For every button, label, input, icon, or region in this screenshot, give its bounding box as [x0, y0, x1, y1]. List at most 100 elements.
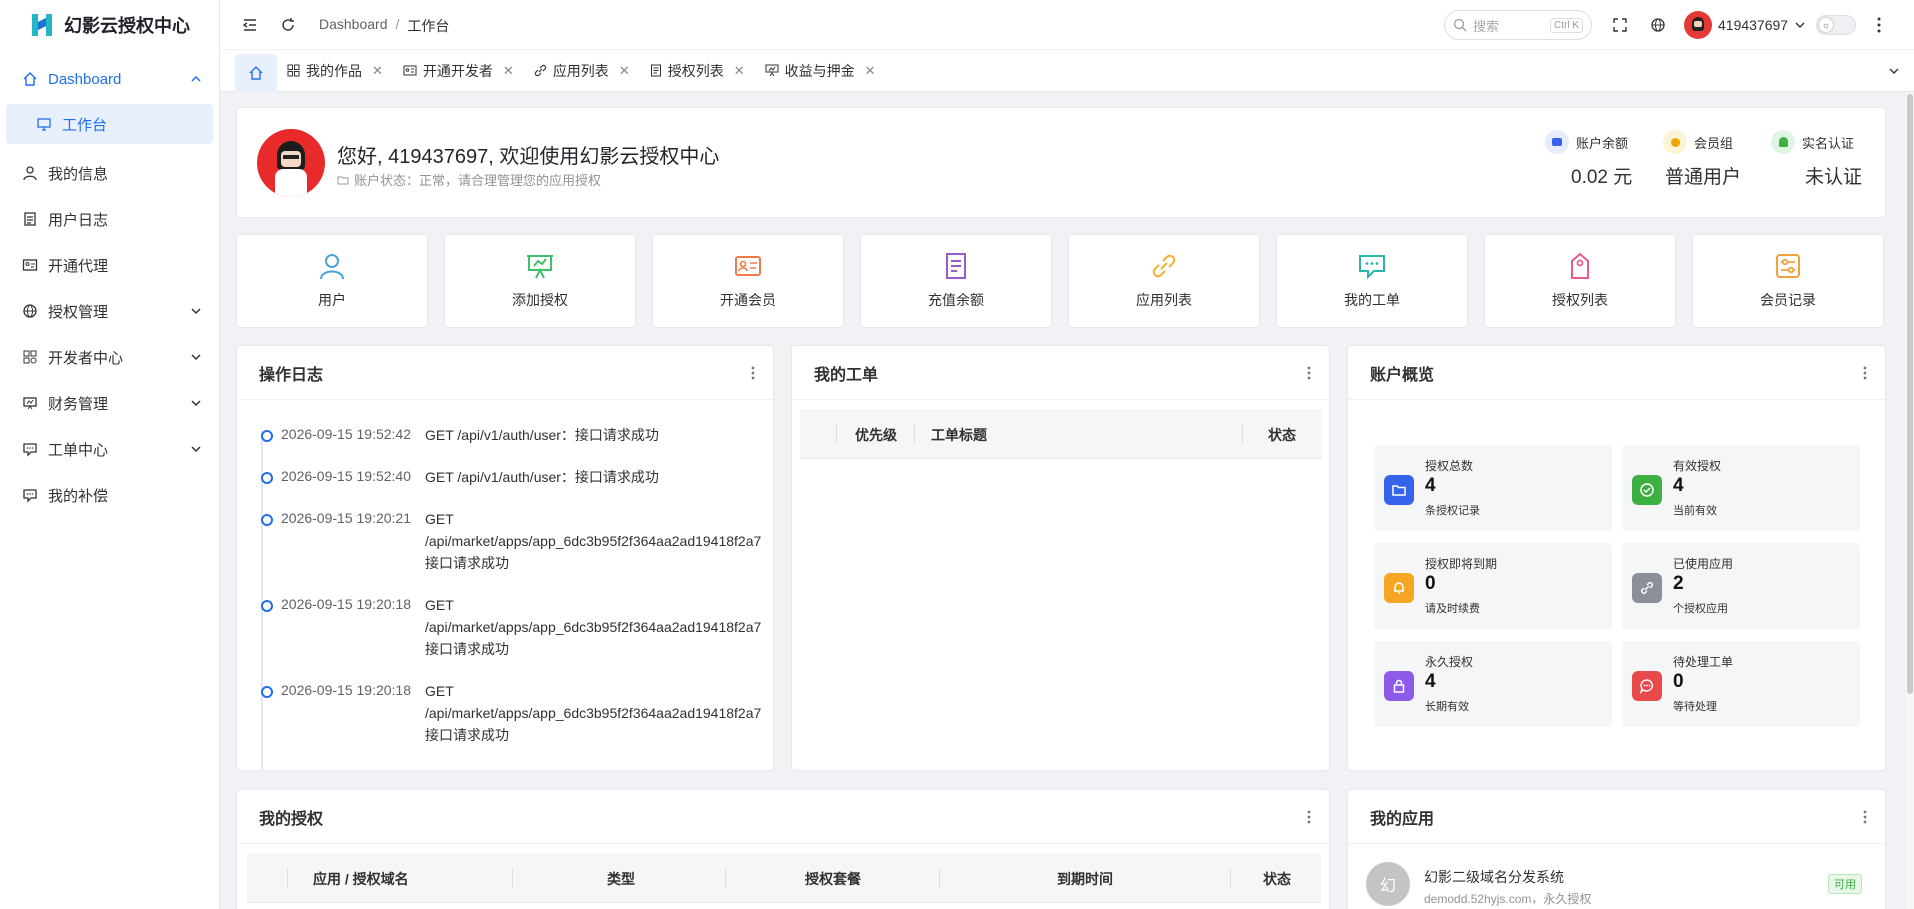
log-message: GET /api/market/apps/app_6dc3b95f2f364aa…	[425, 680, 773, 746]
sidebar-item-developer[interactable]: 开发者中心	[0, 334, 219, 380]
stat-balance: 账户余额 0.02 元	[1545, 130, 1645, 189]
quick-action-recharge[interactable]: 充值余额	[860, 234, 1052, 328]
breadcrumb-dashboard[interactable]: Dashboard	[319, 16, 388, 36]
fullscreen-icon[interactable]	[1612, 17, 1628, 33]
stat-value: 2	[1673, 573, 1684, 594]
check-circle-icon	[1632, 475, 1662, 505]
sidebar-item-label: 开通代理	[48, 257, 109, 275]
sidebar-item-auth-manage[interactable]: 授权管理	[0, 288, 219, 334]
timeline-dot	[261, 514, 273, 526]
theme-toggle[interactable]: ☼	[1816, 15, 1856, 35]
scrollbar-thumb[interactable]	[1907, 94, 1913, 694]
page-scrollbar[interactable]	[1906, 92, 1914, 909]
sidebar-item-finance[interactable]: 财务管理	[0, 380, 219, 426]
stat-used-apps: 已使用应用 2 个授权应用	[1622, 543, 1860, 629]
quick-action-my-tickets[interactable]: 我的工单	[1276, 234, 1468, 328]
search-icon	[1453, 18, 1467, 32]
tab-my-works[interactable]: 我的作品 ✕	[277, 54, 393, 88]
timeline-dot	[261, 430, 273, 442]
column-header: 类型	[607, 871, 635, 887]
stat-label: 会员组	[1694, 135, 1734, 151]
more-vertical-icon[interactable]	[1307, 366, 1311, 380]
log-entry: 2026-09-15 19:20:21 GET /api/market/apps…	[261, 508, 773, 580]
chevron-down-icon	[191, 400, 201, 407]
stat-verification: 实名认证 未认证	[1771, 130, 1871, 189]
my-apps-card: 我的应用 幻 幻影二级域名分发系统 demodd.52hyjs.com，永久授权…	[1347, 789, 1886, 909]
stat-value: 普通用户	[1665, 167, 1742, 188]
app-name: 幻影二级域名分发系统	[1424, 869, 1564, 885]
quick-action-user[interactable]: 用户	[236, 234, 428, 328]
log-line: GET /api/v1/auth/user：接口请求成功	[425, 427, 659, 443]
quick-action-app-list[interactable]: 应用列表	[1068, 234, 1260, 328]
logo-mark-icon	[32, 14, 52, 36]
log-time: 2026-09-15 19:20:18	[281, 596, 411, 612]
chevron-up-icon	[191, 75, 201, 82]
log-line: 接口请求成功	[425, 641, 509, 657]
log-line: GET	[425, 511, 454, 527]
sidebar-item-my-info[interactable]: 我的信息	[0, 150, 219, 196]
tab-earnings[interactable]: 收益与押金 ✕	[755, 54, 886, 88]
tab-auth-list[interactable]: 授权列表 ✕	[640, 54, 755, 88]
stat-value: 0.02 元	[1571, 167, 1633, 188]
settings-icon	[1776, 254, 1800, 278]
user-menu[interactable]: 419437697	[1684, 11, 1806, 39]
sidebar-item-compensation[interactable]: 我的补偿	[0, 472, 219, 518]
quick-action-member-records[interactable]: 会员记录	[1692, 234, 1884, 328]
stat-pending-tickets: 待处理工单 0 等待处理	[1622, 641, 1860, 727]
search-box[interactable]: 搜索 Ctrl K	[1444, 10, 1592, 40]
close-icon[interactable]: ✕	[503, 63, 514, 79]
stat-value: 0	[1673, 671, 1684, 692]
more-vertical-icon[interactable]	[751, 366, 755, 380]
quick-action-add-auth[interactable]: 添加授权	[444, 234, 636, 328]
close-icon[interactable]: ✕	[619, 63, 630, 79]
search-placeholder: 搜索	[1473, 18, 1500, 34]
quick-action-open-member[interactable]: 开通会员	[652, 234, 844, 328]
stat-value: 4	[1425, 475, 1436, 496]
card-title: 账户概览	[1370, 366, 1435, 384]
stat-sub: 条授权记录	[1425, 505, 1480, 517]
app-avatar: 幻	[1366, 862, 1410, 906]
log-time: 2026-09-15 19:52:40	[281, 468, 411, 484]
sidebar-item-user-log[interactable]: 用户日志	[0, 196, 219, 242]
account-status-text: 账户状态：正常，请合理管理您的应用授权	[354, 173, 602, 188]
column-header: 授权套餐	[805, 871, 861, 887]
log-line: 接口请求成功	[425, 555, 509, 571]
menu-fold-icon[interactable]	[242, 17, 258, 33]
app-logo[interactable]: 幻影云授权中心	[0, 0, 219, 50]
column-header: 状态	[1263, 871, 1291, 887]
stat-label: 授权总数	[1425, 459, 1474, 473]
column-header: 应用 / 授权域名	[313, 871, 409, 887]
sidebar-item-workbench[interactable]: 工作台	[6, 104, 213, 144]
close-icon[interactable]: ✕	[865, 63, 876, 79]
tickets-card: 我的工单 优先级 工单标题 状态	[791, 345, 1330, 771]
lock-icon	[1384, 671, 1414, 701]
log-line: 接口请求成功	[425, 727, 509, 743]
language-icon[interactable]	[1650, 17, 1666, 33]
app-list-item[interactable]: 幻 幻影二级域名分发系统 demodd.52hyjs.com，永久授权 可用	[1366, 862, 1876, 909]
welcome-avatar	[257, 129, 325, 197]
tab-app-list[interactable]: 应用列表 ✕	[524, 54, 640, 88]
tab-label: 授权列表	[667, 62, 724, 79]
chat-icon	[23, 443, 37, 457]
stat-member-group: 会员组 普通用户	[1663, 130, 1763, 189]
log-time: 2026-09-15 19:20:18	[281, 682, 411, 698]
tabs-dropdown-icon[interactable]	[1888, 65, 1900, 77]
more-vertical-icon[interactable]	[1863, 366, 1867, 380]
tab-home[interactable]	[235, 53, 277, 92]
quick-action-label: 充值余额	[928, 292, 984, 308]
tab-open-developer[interactable]: 开通开发者 ✕	[393, 54, 524, 88]
close-icon[interactable]: ✕	[734, 63, 745, 79]
sidebar-item-dashboard[interactable]: Dashboard	[0, 56, 219, 102]
link-icon	[1152, 254, 1176, 278]
document-icon	[946, 253, 966, 279]
sidebar-item-agent[interactable]: 开通代理	[0, 242, 219, 288]
more-vertical-icon[interactable]	[1307, 810, 1311, 824]
quick-action-auth-list[interactable]: 授权列表	[1484, 234, 1676, 328]
more-vertical-icon[interactable]	[1863, 810, 1867, 824]
close-icon[interactable]: ✕	[372, 63, 383, 79]
log-message: GET /api/market/apps/app_6dc3b95f2f364aa…	[425, 508, 773, 574]
more-vertical-icon[interactable]	[1877, 17, 1881, 33]
refresh-icon[interactable]	[280, 17, 296, 33]
chevron-down-icon	[191, 308, 201, 315]
sidebar-item-tickets[interactable]: 工单中心	[0, 426, 219, 472]
